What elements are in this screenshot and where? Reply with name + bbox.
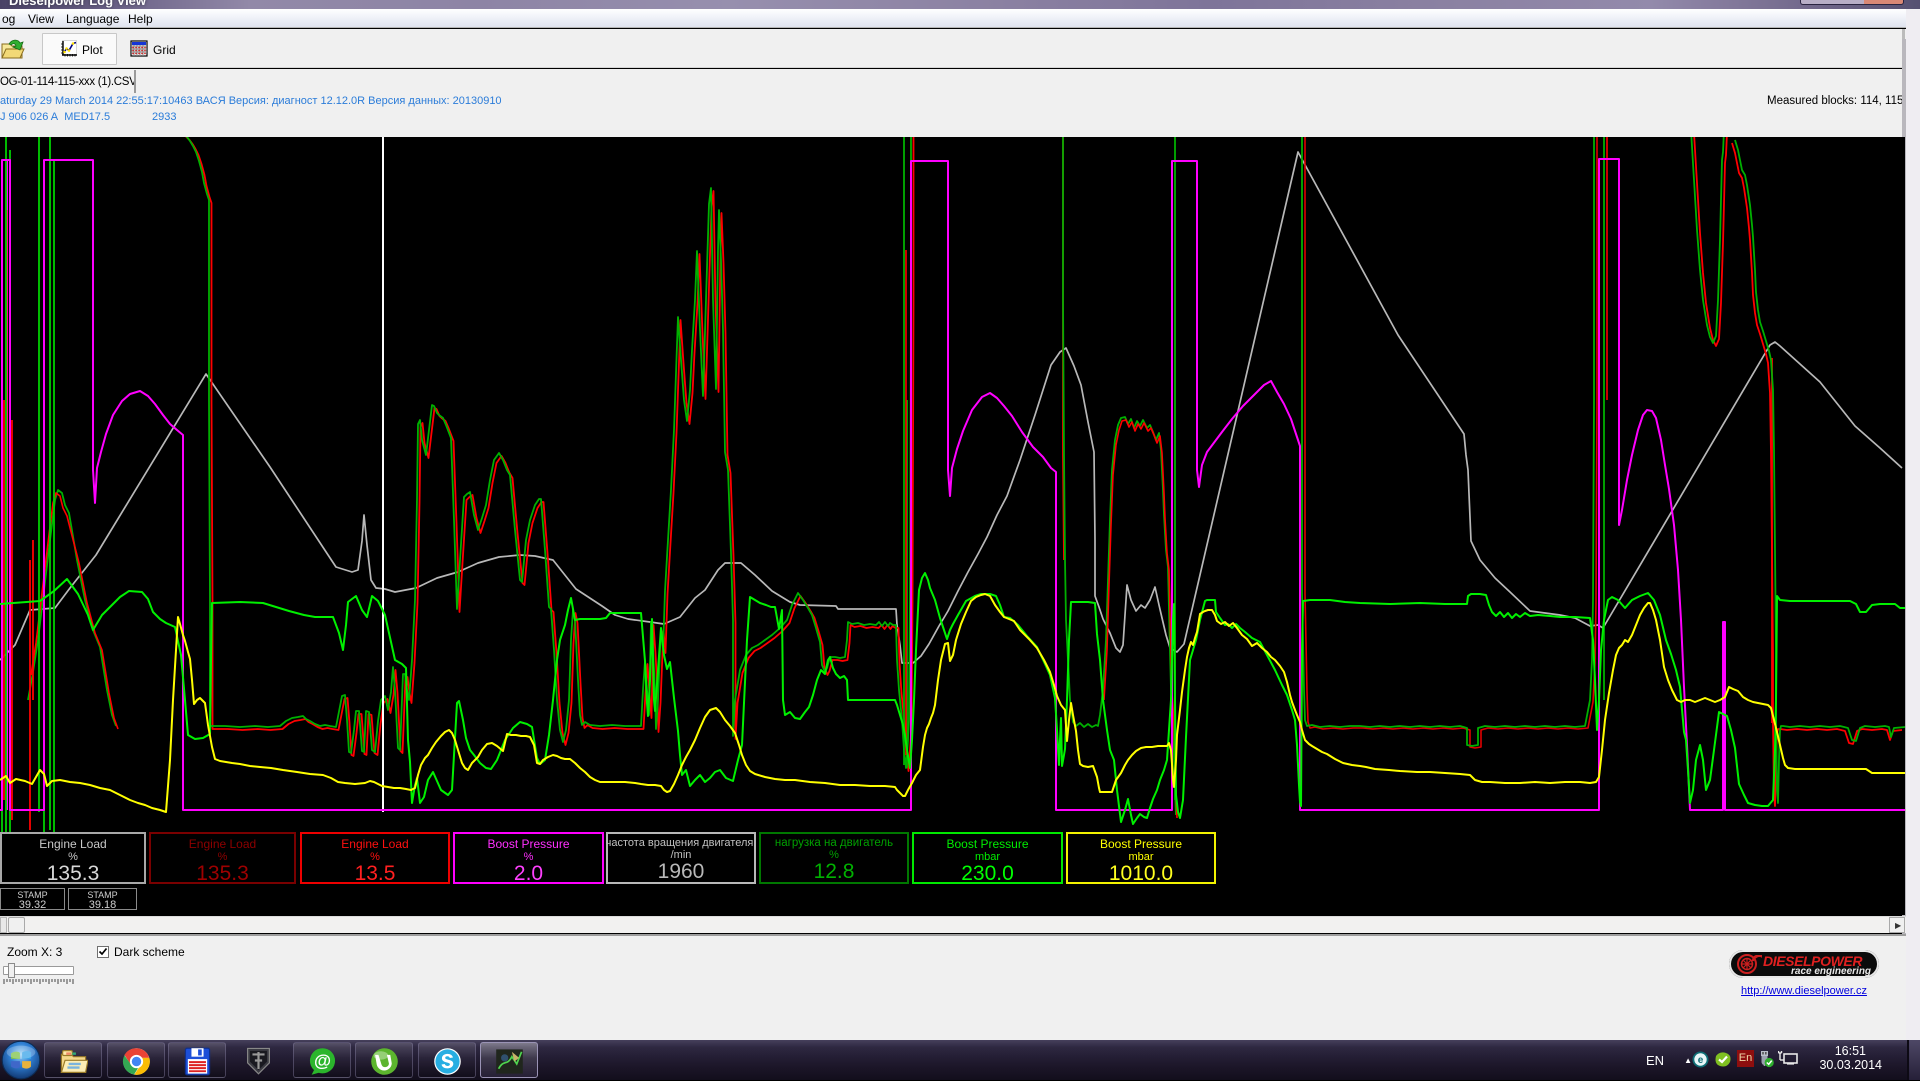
- svg-text:e: e: [1698, 1055, 1704, 1066]
- svg-text:@: @: [314, 1051, 331, 1071]
